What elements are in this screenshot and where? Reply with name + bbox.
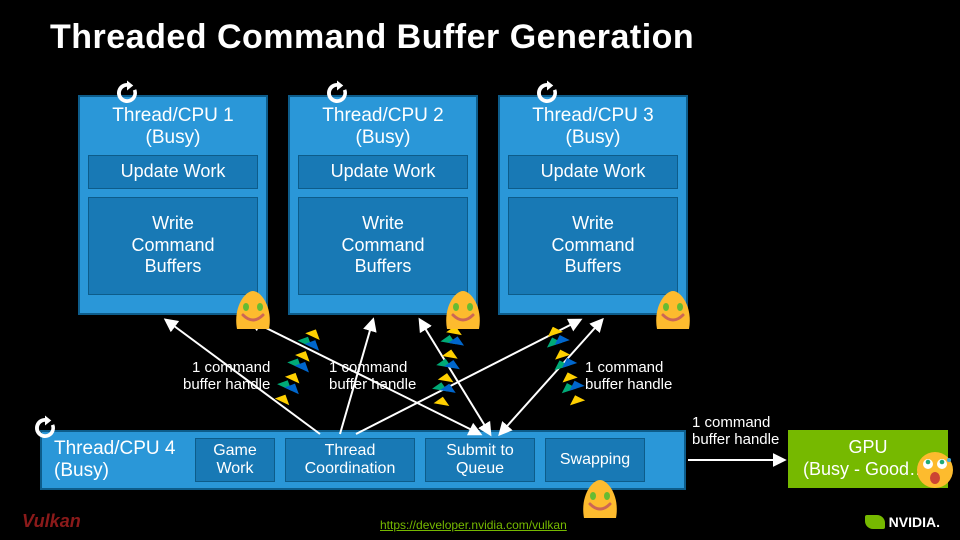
refresh-icon bbox=[112, 78, 142, 108]
thread-2-update: Update Work bbox=[298, 155, 468, 189]
buffer-stream-icon bbox=[265, 323, 328, 413]
thread-2-write: Write Command Buffers bbox=[298, 197, 468, 295]
refresh-icon bbox=[532, 78, 562, 108]
happy-face-icon bbox=[441, 289, 485, 329]
thread-4-label: Thread/CPU 4(Busy) bbox=[50, 438, 190, 482]
task-submit-queue: Submit to Queue bbox=[425, 438, 535, 482]
task-thread-coord: Thread Coordination bbox=[285, 438, 415, 482]
buffer-stream-icon bbox=[425, 323, 469, 412]
thread-3-write: Write Command Buffers bbox=[508, 197, 678, 295]
source-link[interactable]: https://developer.nvidia.com/vulkan bbox=[380, 518, 567, 532]
vulkan-logo: Vulkan bbox=[22, 511, 81, 532]
scared-face-icon bbox=[915, 450, 955, 490]
annot-cmd-2: 1 command buffer handle bbox=[329, 360, 416, 393]
thread-1-update: Update Work bbox=[88, 155, 258, 189]
refresh-icon bbox=[30, 413, 60, 443]
annot-cmd-4: 1 command buffer handle bbox=[692, 415, 779, 448]
annot-cmd-3: 1 command buffer handle bbox=[585, 360, 672, 393]
happy-face-icon bbox=[231, 289, 275, 329]
thread-box-3: Thread/CPU 3(Busy) Update Work Write Com… bbox=[498, 95, 688, 315]
thread-3-update: Update Work bbox=[508, 155, 678, 189]
refresh-icon bbox=[322, 78, 352, 108]
thread-box-2: Thread/CPU 2(Busy) Update Work Write Com… bbox=[288, 95, 478, 315]
nvidia-logo: NVIDIA. bbox=[865, 514, 940, 530]
thread-1-write: Write Command Buffers bbox=[88, 197, 258, 295]
thread-box-1: Thread/CPU 1(Busy) Update Work Write Com… bbox=[78, 95, 268, 315]
happy-face-icon bbox=[578, 478, 622, 518]
task-swapping: Swapping bbox=[545, 438, 645, 482]
slide-title: Threaded Command Buffer Generation bbox=[50, 18, 694, 57]
thread-3-label: Thread/CPU 3(Busy) bbox=[500, 97, 686, 155]
annot-cmd-1: 1 command buffer handle bbox=[183, 360, 270, 393]
task-game-work: Game Work bbox=[195, 438, 275, 482]
happy-face-icon bbox=[651, 289, 695, 329]
thread-1-label: Thread/CPU 1(Busy) bbox=[80, 97, 266, 155]
thread-2-label: Thread/CPU 2(Busy) bbox=[290, 97, 476, 155]
